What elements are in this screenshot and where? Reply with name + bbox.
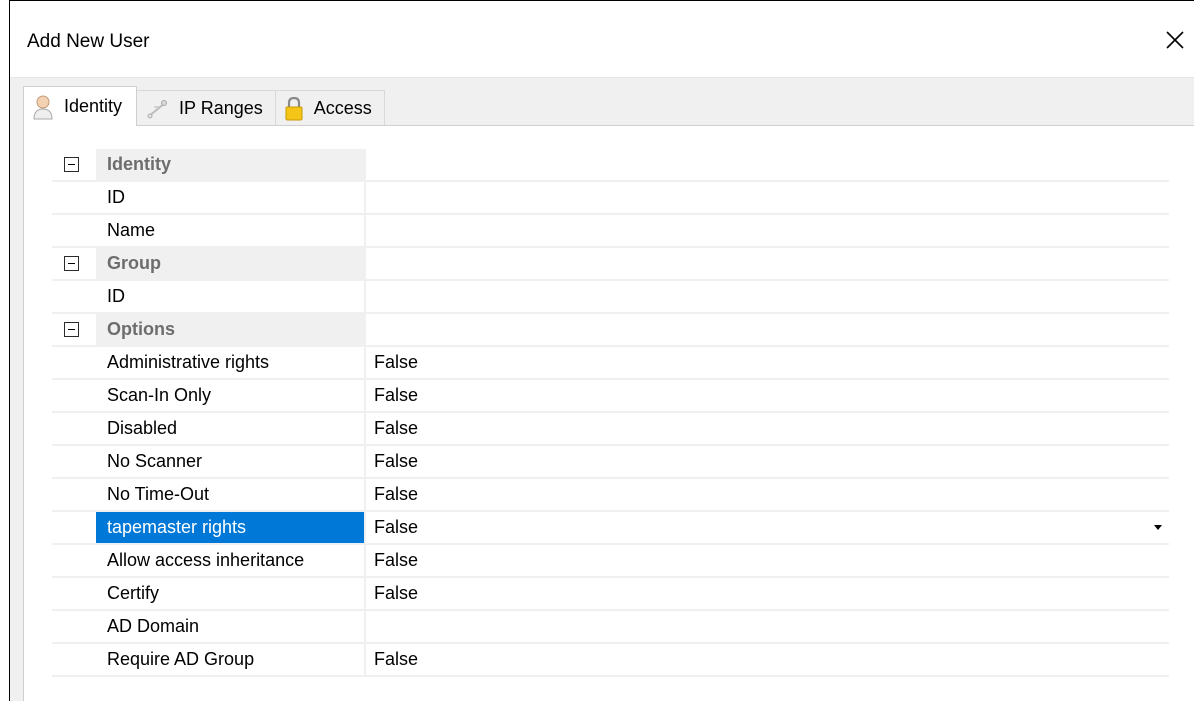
lock-icon (284, 96, 304, 122)
category-group[interactable]: Group (52, 248, 1169, 281)
property-row-identity-id[interactable]: ID (52, 182, 1169, 215)
tab-ip-ranges-label: IP Ranges (179, 98, 263, 118)
property-row-allow-access-inheritance[interactable]: Allow access inheritance False (52, 545, 1169, 578)
tab-access[interactable]: Access (274, 90, 385, 126)
property-value[interactable] (366, 182, 1169, 213)
property-grid: Identity ID Name Group ID Options Admini… (52, 149, 1169, 677)
property-label: No Scanner (96, 446, 366, 477)
tab-identity[interactable]: Identity (23, 86, 138, 126)
property-value[interactable] (366, 611, 1169, 642)
close-icon (1166, 31, 1184, 49)
property-value[interactable]: False (366, 479, 1169, 510)
property-value[interactable]: False (366, 380, 1169, 411)
property-value[interactable] (366, 281, 1169, 312)
property-label: ID (96, 182, 366, 213)
close-button[interactable] (1162, 27, 1188, 53)
dropdown-arrow-icon[interactable] (1147, 512, 1169, 543)
property-row-certify[interactable]: Certify False (52, 578, 1169, 611)
property-label: AD Domain (96, 611, 366, 642)
property-row-scan-in-only[interactable]: Scan-In Only False (52, 380, 1169, 413)
tab-identity-label: Identity (64, 96, 123, 116)
category-label: Options (96, 314, 366, 345)
tab-panel-identity: Identity ID Name Group ID Options Admini… (23, 125, 1194, 701)
property-label: No Time-Out (96, 479, 366, 510)
property-row-disabled[interactable]: Disabled False (52, 413, 1169, 446)
tab-ip-ranges[interactable]: IP Ranges (136, 90, 276, 126)
tab-access-label: Access (313, 98, 372, 118)
property-row-name[interactable]: Name (52, 215, 1169, 248)
property-row-no-time-out[interactable]: No Time-Out False (52, 479, 1169, 512)
collapse-icon[interactable] (64, 256, 79, 271)
category-label: Identity (96, 149, 366, 180)
property-row-ad-domain[interactable]: AD Domain (52, 611, 1169, 644)
property-value[interactable]: False (366, 578, 1169, 609)
property-value[interactable] (366, 215, 1169, 246)
property-row-administrative-rights[interactable]: Administrative rights False (52, 347, 1169, 380)
property-label: Certify (96, 578, 366, 609)
property-label: tapemaster rights (96, 512, 366, 543)
category-identity[interactable]: Identity (52, 149, 1169, 182)
collapse-icon[interactable] (64, 157, 79, 172)
property-row-require-ad-group[interactable]: Require AD Group False (52, 644, 1169, 677)
property-label: Name (96, 215, 366, 246)
property-label: Scan-In Only (96, 380, 366, 411)
property-label: ID (96, 281, 366, 312)
property-label: Require AD Group (96, 644, 366, 675)
property-label: Disabled (96, 413, 366, 444)
category-options[interactable]: Options (52, 314, 1169, 347)
property-value[interactable]: False (366, 413, 1169, 444)
add-user-dialog: Add New User Identity IP Ranges Access I… (9, 0, 1194, 701)
property-value: False (374, 517, 419, 537)
property-value[interactable]: False (366, 446, 1169, 477)
user-icon (32, 94, 54, 120)
property-value[interactable]: False (366, 644, 1169, 675)
property-value-dropdown[interactable]: False (366, 512, 1169, 543)
property-row-group-id[interactable]: ID (52, 281, 1169, 314)
dialog-title: Add New User (27, 31, 150, 52)
property-label: Allow access inheritance (96, 545, 366, 576)
property-label: Administrative rights (96, 347, 366, 378)
collapse-icon[interactable] (64, 322, 79, 337)
property-row-no-scanner[interactable]: No Scanner False (52, 446, 1169, 479)
tab-strip: Identity IP Ranges Access (23, 86, 385, 126)
category-label: Group (96, 248, 366, 279)
dialog-body: Identity IP Ranges Access Identity ID Na… (10, 77, 1194, 701)
property-value[interactable]: False (366, 347, 1169, 378)
property-value[interactable]: False (366, 545, 1169, 576)
network-icon (145, 98, 169, 120)
property-row-tapemaster-rights[interactable]: tapemaster rights False (52, 512, 1169, 545)
